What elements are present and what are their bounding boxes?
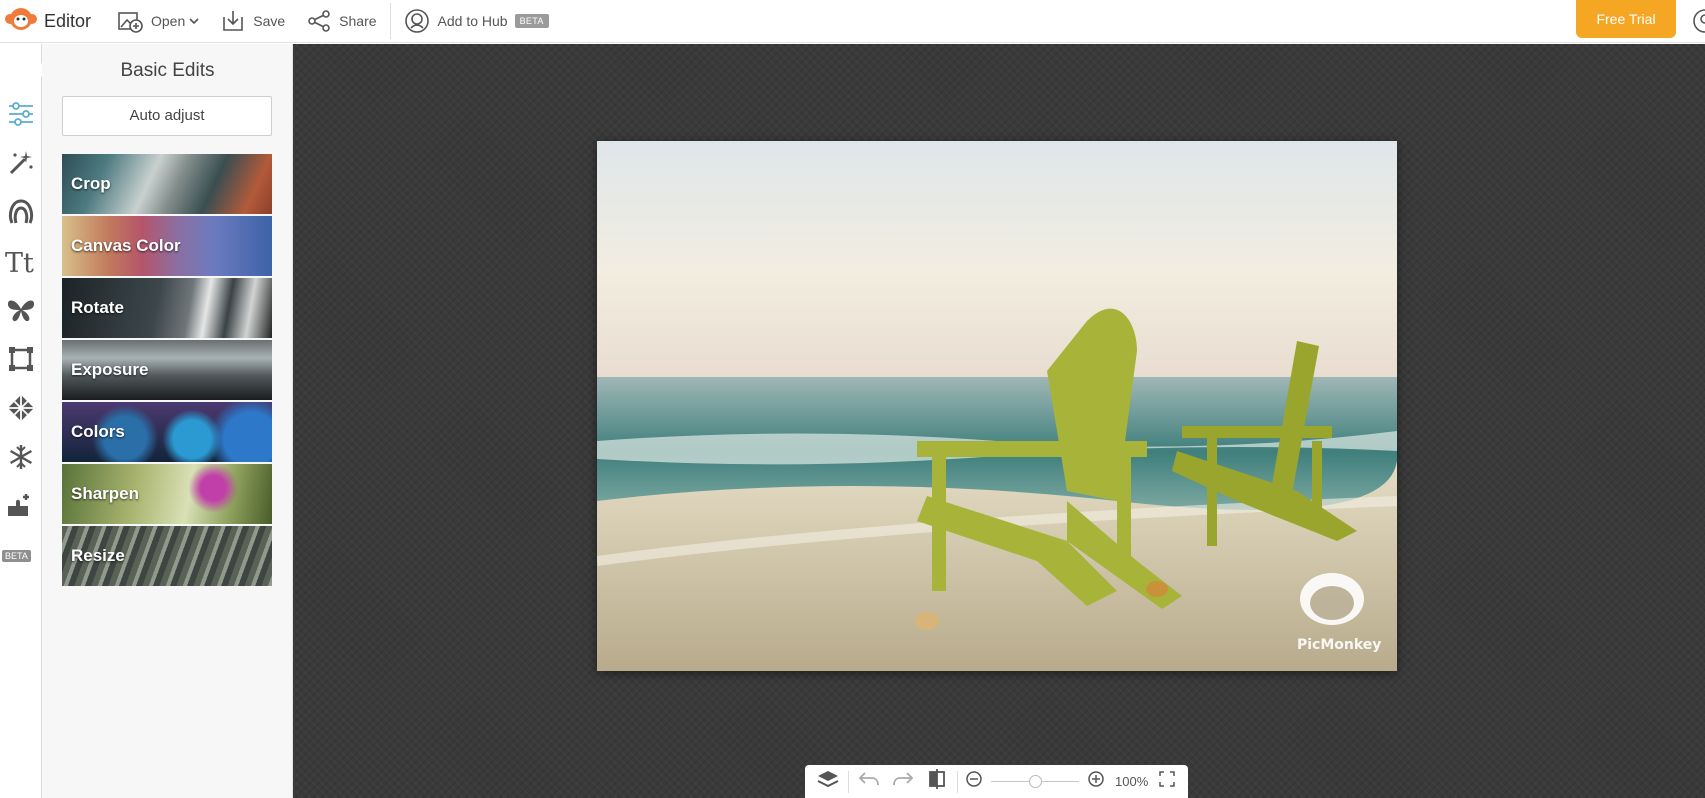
face-outline-icon — [7, 198, 35, 231]
rail-touch-up[interactable] — [0, 192, 42, 236]
free-trial-button[interactable]: Free Trial — [1576, 0, 1676, 38]
editor-canvas[interactable]: PicMonkey — [293, 44, 1705, 798]
layers-icon — [817, 769, 839, 794]
tool-rail: Tt BETA — [0, 44, 42, 798]
texture-icon — [7, 394, 35, 427]
resize-tile[interactable]: Resize — [62, 526, 272, 586]
layers-button[interactable] — [811, 765, 845, 798]
tile-label: Resize — [71, 546, 125, 565]
brand[interactable]: Editor — [0, 0, 106, 43]
rail-beta-badge: BETA — [2, 550, 31, 562]
add-to-hub-button[interactable]: Add to Hub BETA — [393, 0, 560, 43]
sharpen-tile[interactable]: Sharpen — [62, 464, 272, 524]
share-button[interactable]: Share — [296, 0, 387, 43]
undo-icon — [858, 770, 880, 793]
toolbar-divider — [848, 770, 849, 793]
image-add-icon — [117, 9, 143, 33]
chevron-down-icon — [189, 17, 199, 25]
compare-button[interactable] — [920, 765, 954, 798]
exposure-tile[interactable]: Exposure — [62, 340, 272, 400]
rotate-tile[interactable]: Rotate — [62, 278, 272, 338]
rail-basic-edits[interactable] — [0, 94, 42, 138]
rail-text[interactable]: Tt — [0, 241, 42, 285]
zoom-slider[interactable] — [987, 765, 1083, 798]
tile-label: Crop — [71, 174, 111, 193]
rail-overlays[interactable] — [0, 290, 42, 334]
undo-button[interactable] — [852, 765, 886, 798]
tile-label: Colors — [71, 422, 125, 441]
tile-label: Rotate — [71, 298, 124, 317]
zoom-in-button[interactable] — [1083, 765, 1109, 798]
zoom-out-icon — [966, 771, 982, 792]
share-label: Share — [339, 13, 377, 29]
save-label: Save — [253, 13, 286, 29]
monkey-logo-icon — [4, 6, 38, 37]
download-icon — [221, 9, 245, 33]
svg-text:Tt: Tt — [5, 248, 34, 275]
share-icon — [307, 9, 331, 33]
beta-badge: BETA — [514, 14, 549, 28]
crop-tile[interactable]: Crop — [62, 154, 272, 214]
toolbar-divider — [389, 3, 391, 39]
tile-label: Sharpen — [71, 484, 140, 503]
frame-icon — [7, 345, 35, 378]
open-label: Open — [151, 13, 186, 29]
add-to-hub-label: Add to Hub — [437, 13, 508, 29]
fullscreen-icon — [1159, 771, 1175, 792]
redo-icon — [892, 770, 914, 793]
rail-frames[interactable] — [0, 339, 42, 383]
beach-chairs-photo[interactable]: PicMonkey — [597, 141, 1397, 671]
rail-textures[interactable] — [0, 388, 42, 432]
auto-adjust-button[interactable]: Auto adjust — [62, 96, 272, 136]
canvas-color-tile[interactable]: Canvas Color — [62, 216, 272, 276]
zoom-out-button[interactable] — [961, 765, 987, 798]
rail-effects[interactable] — [0, 143, 42, 187]
magic-wand-icon — [7, 149, 35, 182]
compare-icon — [928, 769, 946, 794]
hub-icon — [404, 8, 430, 34]
zoom-level: 100% — [1115, 774, 1149, 789]
watermark-text: PicMonkey — [1297, 637, 1381, 653]
text-tt-icon: Tt — [5, 247, 37, 280]
app-title: Editor — [44, 10, 92, 31]
sliders-icon — [7, 101, 35, 132]
zoom-slider-handle[interactable] — [1028, 775, 1042, 788]
zoom-in-icon — [1088, 771, 1104, 792]
canvas-toolbar: 100% — [805, 765, 1188, 798]
colors-tile[interactable]: Colors — [62, 402, 272, 462]
open-button[interactable]: Open — [106, 0, 210, 43]
top-toolbar: Editor Open Save Share Add to Hub BETA — [0, 0, 1705, 43]
tile-label: Canvas Color — [71, 236, 181, 255]
butterfly-icon — [6, 297, 36, 328]
basic-edits-panel: Basic Edits Auto adjust Crop Canvas Colo… — [42, 44, 293, 798]
rail-add-ons[interactable] — [0, 486, 42, 530]
snowflake-icon — [7, 443, 35, 476]
rail-themes[interactable] — [0, 437, 42, 481]
user-account-icon[interactable] — [1690, 9, 1705, 38]
puzzle-icon — [6, 492, 36, 525]
tile-label: Exposure — [71, 360, 149, 379]
redo-button[interactable] — [886, 765, 920, 798]
fullscreen-button[interactable] — [1154, 765, 1180, 798]
panel-title: Basic Edits — [120, 60, 215, 81]
toolbar-divider — [957, 770, 958, 793]
save-button[interactable]: Save — [210, 0, 296, 43]
